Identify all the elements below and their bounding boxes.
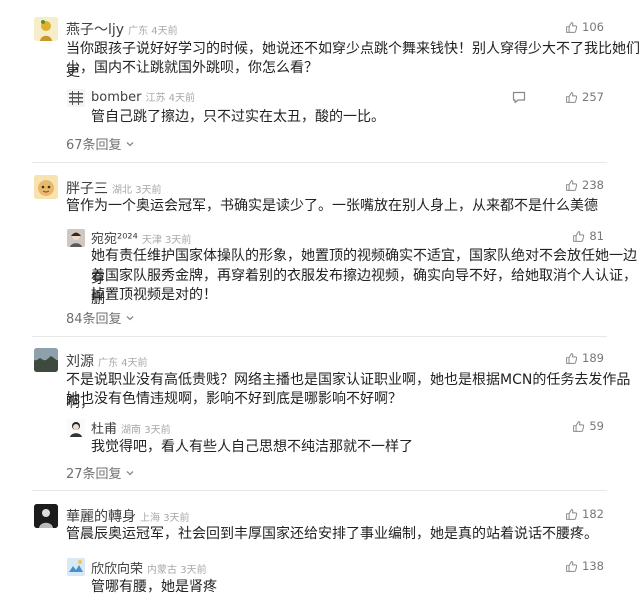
comment-text-line: 管作为一个奥运会冠军，书确实是读少了。一张嘴放在别人身上，从来都不是什么美德 bbox=[66, 198, 598, 214]
divider bbox=[32, 490, 607, 491]
expand-replies-button[interactable]: 27条回复 bbox=[66, 463, 135, 482]
comment-text-line: 她也没有色情违规啊，影响不好到底是哪影响不好啊？ bbox=[66, 391, 402, 407]
like-button[interactable]: 81 bbox=[572, 229, 604, 243]
username[interactable]: 杜甫 bbox=[91, 422, 117, 437]
avatar[interactable] bbox=[34, 348, 58, 372]
username[interactable]: 燕子～ljy bbox=[66, 22, 124, 38]
avatar[interactable] bbox=[67, 419, 85, 437]
avatar[interactable] bbox=[34, 17, 58, 41]
comment-meta: 广东 4天前 bbox=[128, 26, 178, 37]
thumbs-up-icon bbox=[565, 508, 578, 521]
divider bbox=[32, 336, 607, 337]
like-button[interactable]: 238 bbox=[565, 178, 604, 192]
comment-text-line: 少，国内不让跳就国外跳呗，你怎么看？ bbox=[66, 60, 318, 76]
like-button[interactable]: 106 bbox=[565, 20, 604, 34]
reply-author[interactable]: bomber 江苏 4天前 bbox=[91, 89, 195, 105]
comment-author[interactable]: 刘源 广东 4天前 bbox=[66, 351, 148, 371]
divider bbox=[32, 162, 607, 163]
like-count: 238 bbox=[582, 178, 604, 192]
like-count: 106 bbox=[582, 20, 604, 34]
thumbs-up-icon bbox=[565, 21, 578, 34]
like-button[interactable]: 257 bbox=[565, 90, 604, 104]
like-count: 257 bbox=[582, 90, 604, 104]
thumbs-up-icon bbox=[565, 91, 578, 104]
like-count: 59 bbox=[589, 419, 604, 433]
like-count: 138 bbox=[582, 559, 604, 573]
reply-text: 管哪有腰，她是肾疼 bbox=[91, 579, 217, 595]
comment-author[interactable]: 燕子～ljy 广东 4天前 bbox=[66, 19, 178, 39]
like-button[interactable]: 182 bbox=[565, 507, 604, 521]
avatar[interactable] bbox=[34, 504, 58, 528]
expand-replies-button[interactable]: 84条回复 bbox=[66, 308, 135, 327]
chevron-down-icon bbox=[125, 468, 135, 478]
reply-text: 我觉得吧，看人有些人自己思想不纯洁那就不一样了 bbox=[91, 439, 413, 455]
chevron-down-icon bbox=[125, 313, 135, 323]
comment-meta: 广东 4天前 bbox=[98, 358, 148, 369]
avatar[interactable] bbox=[67, 229, 85, 247]
thumbs-up-icon bbox=[572, 230, 585, 243]
avatar[interactable] bbox=[67, 558, 85, 576]
thumbs-up-icon bbox=[572, 420, 585, 433]
reply-author[interactable]: 欣欣向荣 内蒙古 3天前 bbox=[91, 558, 207, 577]
like-button[interactable]: 189 bbox=[565, 351, 604, 365]
thumbs-up-icon bbox=[565, 179, 578, 192]
username[interactable]: bomber bbox=[91, 90, 141, 105]
username[interactable]: 刘源 bbox=[66, 354, 94, 370]
avatar[interactable] bbox=[67, 89, 85, 107]
like-count: 189 bbox=[582, 351, 604, 365]
like-count: 81 bbox=[589, 229, 604, 243]
username[interactable]: 欣欣向荣 bbox=[91, 562, 143, 577]
comment-icon[interactable] bbox=[512, 91, 526, 104]
reply-author[interactable]: 杜甫 湖南 3天前 bbox=[91, 418, 171, 437]
chevron-down-icon bbox=[125, 139, 135, 149]
avatar[interactable] bbox=[34, 175, 58, 199]
comment-meta: 内蒙古 3天前 bbox=[147, 565, 207, 576]
like-count: 182 bbox=[582, 507, 604, 521]
thumbs-up-icon bbox=[565, 352, 578, 365]
expand-replies-button[interactable]: 67条回复 bbox=[66, 134, 135, 153]
thumbs-up-icon bbox=[565, 560, 578, 573]
comment-meta: 江苏 4天前 bbox=[145, 93, 196, 104]
like-button[interactable]: 138 bbox=[565, 559, 604, 573]
like-button[interactable]: 59 bbox=[572, 419, 604, 433]
comment-text-line: 管晨辰奥运冠军，社会回到丰厚国家还给安排了事业编制，她是真的站着说话不腰疼。 bbox=[66, 526, 598, 542]
comment-meta: 湖南 3天前 bbox=[121, 425, 171, 436]
reply-text-line: 掉置顶视频是对的！ bbox=[91, 287, 217, 303]
reply-text: 管自己跳了擦边，只不过实在太丑，酸的一比。 bbox=[91, 109, 385, 125]
